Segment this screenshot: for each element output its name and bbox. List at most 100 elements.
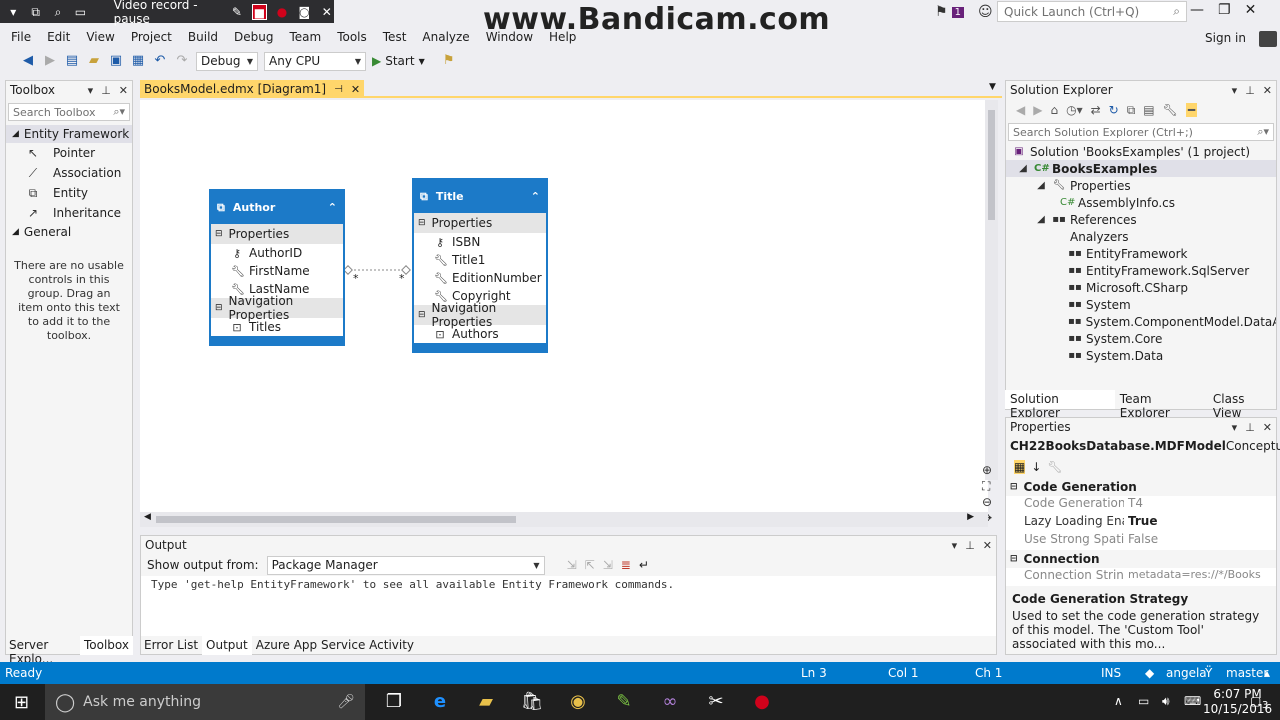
- action-center-icon[interactable]: ▢: [1250, 694, 1261, 708]
- undo-icon[interactable]: ↶: [152, 53, 168, 69]
- tree-item-reference[interactable]: ▪▪ System.Data: [1006, 347, 1276, 364]
- properties-icon[interactable]: 🔧︎: [1163, 103, 1178, 117]
- chrome-icon[interactable]: ◉: [564, 688, 592, 716]
- menu-team[interactable]: Team: [281, 28, 329, 48]
- dropdown-icon[interactable]: ▾: [88, 84, 94, 97]
- property-row[interactable]: Connection String metadata=res://*/Books: [1006, 568, 1276, 586]
- forward-icon[interactable]: ▶: [1033, 103, 1042, 117]
- category-connection[interactable]: ⊟ Connection: [1006, 550, 1276, 568]
- tree-item-reference[interactable]: ▪▪ Microsoft.CSharp: [1006, 279, 1276, 296]
- tree-item-properties[interactable]: ◢ 🔧︎ Properties: [1006, 177, 1276, 194]
- minimize-icon[interactable]: —: [1190, 2, 1204, 18]
- toolbox-item-entity[interactable]: ⧉ Entity: [6, 183, 132, 203]
- forward-icon[interactable]: ▶: [42, 53, 58, 69]
- pin-icon[interactable]: ⊥: [101, 84, 111, 97]
- entity-title[interactable]: ⧉ Title ⌃ ⊟ Properties ⚷ ISBN 🔧︎ Title1 🔧︎ E…: [412, 178, 548, 353]
- maximize-icon[interactable]: ❐: [1218, 2, 1231, 18]
- menu-edit[interactable]: Edit: [39, 28, 78, 48]
- visual-studio-icon[interactable]: ∞: [656, 688, 684, 716]
- menu-debug[interactable]: Debug: [226, 28, 281, 48]
- show-all-icon[interactable]: ▤: [1143, 103, 1154, 117]
- task-view-icon[interactable]: ❐: [380, 688, 408, 716]
- property-value[interactable]: True: [1124, 514, 1276, 532]
- menu-icon[interactable]: ▾: [6, 4, 20, 20]
- dropdown-icon[interactable]: ▾: [952, 539, 958, 552]
- record-icon[interactable]: ●: [275, 4, 289, 20]
- keyboard-icon[interactable]: ⌨: [1184, 694, 1201, 708]
- scroll-left-icon[interactable]: ◀: [144, 512, 151, 522]
- tree-item-reference[interactable]: ▪▪ System.Core: [1006, 330, 1276, 347]
- camera-icon[interactable]: ◙: [297, 4, 311, 20]
- scroll-right-icon[interactable]: ▶: [967, 512, 974, 522]
- tab-solution-explorer[interactable]: Solution Explorer: [1005, 390, 1115, 420]
- close-icon[interactable]: ✕: [351, 83, 360, 96]
- properties-object-select[interactable]: CH22BooksDatabase.MDFModel ConceptualEnt…: [1006, 436, 1280, 456]
- tab-class-view[interactable]: Class View: [1208, 390, 1280, 420]
- tree-item-reference[interactable]: ▪▪ EntityFramework.SqlServer: [1006, 262, 1276, 279]
- microphone-icon[interactable]: 🎤︎: [337, 694, 355, 710]
- entity-property[interactable]: ⚷ ISBN: [414, 233, 546, 251]
- zoom-fit-icon[interactable]: ⛶: [982, 479, 990, 494]
- toolbox-item-association[interactable]: ⟋ Association: [6, 163, 132, 183]
- next-icon[interactable]: ⇲: [603, 558, 613, 572]
- close-icon[interactable]: ✕: [119, 84, 128, 97]
- properties-section[interactable]: ⊟ Properties: [414, 213, 546, 233]
- menu-help[interactable]: Help: [541, 28, 584, 48]
- alphabetical-icon[interactable]: ↓: [1031, 460, 1041, 474]
- status-branch[interactable]: master: [1226, 666, 1268, 680]
- output-source-select[interactable]: Package Manager ▼: [266, 555, 545, 575]
- property-value[interactable]: metadata=res://*/Books: [1124, 568, 1276, 586]
- tab-azure-activity[interactable]: Azure App Service Activity: [252, 636, 418, 655]
- chevron-up-icon[interactable]: ▴: [1264, 666, 1270, 680]
- notepad-icon[interactable]: ✎: [610, 688, 638, 716]
- new-project-icon[interactable]: ▤: [64, 53, 80, 69]
- close-icon[interactable]: ✕: [320, 4, 334, 20]
- menu-test[interactable]: Test: [375, 28, 415, 48]
- bandicam-icon[interactable]: ●: [748, 688, 776, 716]
- entity-property[interactable]: 🔧︎ FirstName: [211, 262, 343, 280]
- status-user[interactable]: angela: [1166, 666, 1207, 680]
- property-row[interactable]: Use Strong Spatial TypeFalse: [1006, 532, 1276, 550]
- back-icon[interactable]: ◀: [20, 53, 36, 69]
- entity-property[interactable]: 🔧︎ Title1: [414, 251, 546, 269]
- pin-icon[interactable]: ⊥: [1245, 84, 1255, 97]
- clear-all-icon[interactable]: ≣: [621, 558, 631, 572]
- property-pages-icon[interactable]: 🔧︎: [1047, 460, 1062, 474]
- tree-item-reference[interactable]: ▪▪ EntityFramework: [1006, 245, 1276, 262]
- menu-analyze[interactable]: Analyze: [414, 28, 477, 48]
- word-wrap-icon[interactable]: ↵: [639, 558, 649, 572]
- pin-icon[interactable]: ⊥: [1245, 421, 1255, 434]
- entity-property[interactable]: ⚷ AuthorID: [211, 244, 343, 262]
- feedback-icon[interactable]: ☺: [978, 4, 993, 20]
- preview-icon[interactable]: ━: [1185, 103, 1198, 117]
- menu-tools[interactable]: Tools: [329, 28, 375, 48]
- home-icon[interactable]: ⌂: [1050, 103, 1058, 117]
- start-button[interactable]: ▶ Start ▼: [372, 54, 425, 68]
- close-icon[interactable]: ✕: [1245, 2, 1257, 18]
- back-icon[interactable]: ◀: [1016, 103, 1025, 117]
- tab-overflow-icon[interactable]: ▼: [989, 82, 996, 92]
- find-icon[interactable]: ⇲: [567, 558, 577, 572]
- property-row[interactable]: Code Generation StrateT4: [1006, 496, 1276, 514]
- zoom-in-icon[interactable]: ⊕: [982, 463, 992, 477]
- pencil-icon[interactable]: ✎: [230, 4, 244, 20]
- menu-view[interactable]: View: [78, 28, 122, 48]
- pin-icon[interactable]: ⊣: [334, 84, 343, 95]
- avatar[interactable]: [1259, 31, 1277, 47]
- windows-start-icon[interactable]: ⊞: [14, 692, 29, 713]
- solution-search[interactable]: Search Solution Explorer (Ctrl+;) ⌕▾: [1008, 123, 1274, 141]
- edge-icon[interactable]: e: [426, 688, 454, 716]
- dropdown-icon[interactable]: ▾: [1232, 421, 1238, 434]
- dropdown-icon[interactable]: ▾: [1232, 84, 1238, 97]
- close-icon[interactable]: ✕: [1263, 421, 1272, 434]
- stop-icon[interactable]: ■: [252, 3, 267, 20]
- sync-icon[interactable]: ⇄: [1091, 103, 1101, 117]
- window-icon[interactable]: ⧉: [28, 4, 42, 20]
- cortana-search[interactable]: ◯ Ask me anything 🎤︎: [45, 684, 365, 720]
- store-icon[interactable]: 🛍︎: [518, 688, 546, 716]
- canvas-vertical-scrollbar[interactable]: [985, 100, 998, 480]
- tools-icon[interactable]: ✂: [702, 688, 730, 716]
- menu-project[interactable]: Project: [123, 28, 180, 48]
- prev-icon[interactable]: ⇱: [585, 558, 595, 572]
- zoom-out-icon[interactable]: ⊖: [982, 495, 992, 509]
